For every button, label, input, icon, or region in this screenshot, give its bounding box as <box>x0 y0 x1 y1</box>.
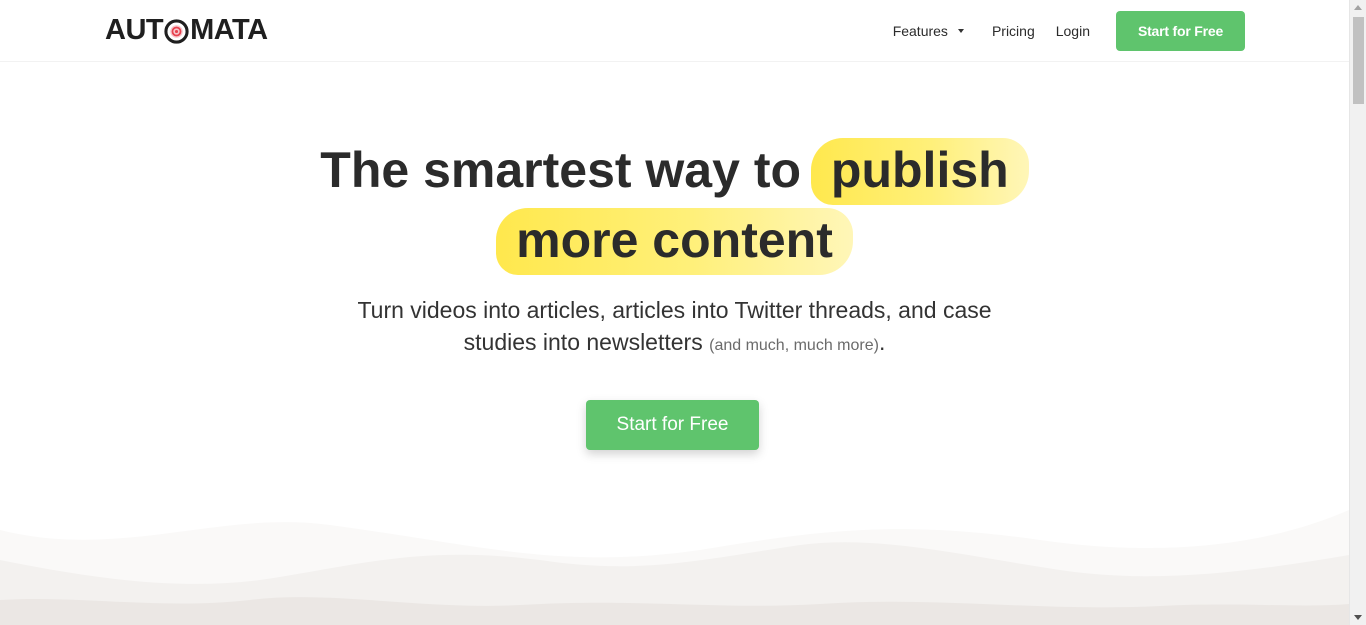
hero-title-line-2: more content <box>0 205 1349 275</box>
page-scrollbar[interactable] <box>1349 0 1366 625</box>
main-nav: Features Pricing Login Start for Free <box>893 11 1245 51</box>
logo-text-start: AUT <box>105 13 164 46</box>
hero-subtitle-line-1: Turn videos into articles, articles into… <box>357 297 992 323</box>
hero-start-free-button[interactable]: Start for Free <box>586 400 759 450</box>
caret-down-icon <box>957 29 964 33</box>
scroll-thumb[interactable] <box>1353 17 1364 104</box>
automata-logo[interactable]: AUT MATA <box>105 13 268 46</box>
nav-login-link[interactable]: Login <box>1056 23 1090 39</box>
decorative-waves <box>0 510 1349 625</box>
hero-subtitle: Turn videos into articles, articles into… <box>0 294 1349 362</box>
hero-highlight-publish: publish <box>810 135 1029 205</box>
hero-subtitle-line-2: studies into newsletters <box>463 329 703 355</box>
hero-highlight-more-content: more content <box>496 205 853 275</box>
hero-title-line-1: The smartest way to publish <box>0 135 1349 205</box>
page: AUT MATA Features Pricing Login Start fo… <box>0 0 1349 625</box>
hero-subtitle-period: . <box>878 329 886 355</box>
scroll-up-icon[interactable] <box>1354 5 1362 10</box>
logo-text-end: MATA <box>190 13 268 46</box>
nav-features-dropdown[interactable]: Features <box>893 23 964 39</box>
target-o-icon <box>164 18 189 44</box>
nav-pricing-link[interactable]: Pricing <box>992 23 1035 39</box>
header-start-free-button[interactable]: Start for Free <box>1116 11 1245 51</box>
scroll-down-icon[interactable] <box>1354 615 1362 620</box>
hero-subtitle-aside: (and much, much more) <box>709 337 879 354</box>
hero-title-prefix: The smartest way to <box>320 142 802 198</box>
site-header: AUT MATA Features Pricing Login Start fo… <box>0 0 1349 62</box>
nav-features-label: Features <box>892 23 948 39</box>
